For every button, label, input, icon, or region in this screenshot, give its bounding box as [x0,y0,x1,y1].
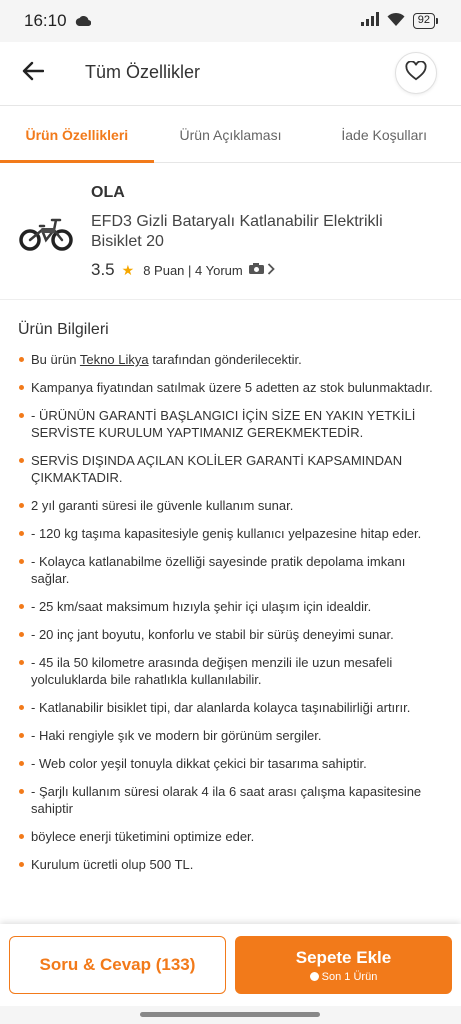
list-item: böylece enerji tüketimini optimize eder. [18,828,443,845]
info-list: Bu ürün Tekno Likya tarafından gönderile… [18,351,443,873]
list-item: - Kolayca katlanabilme özelliği sayesind… [18,553,443,587]
list-item: - 20 inç jant boyutu, konforlu ve stabil… [18,626,443,643]
questions-answers-button[interactable]: Soru & Cevap (133) [9,936,226,994]
tab-product-description[interactable]: Ürün Açıklaması [154,107,308,162]
list-item: SERVİS DIŞINDA AÇILAN KOLİLER GARANTİ KA… [18,452,443,486]
cloud-icon [75,11,91,31]
chevron-right-icon [267,262,275,279]
list-item: - 120 kg taşıma kapasitesiyle geniş kull… [18,525,443,542]
rating-value: 3.5 [91,260,115,279]
bottom-action-bar: Soru & Cevap (133) Sepete Ekle Son 1 Ürü… [0,924,461,1006]
status-left: 16:10 [24,11,91,31]
seller-suffix: tarafından gönderilecektir. [148,352,302,367]
product-name: EFD3 Gizli Bataryalı Katlanabilir Elektr… [91,213,383,250]
star-icon: ★ [121,261,135,278]
tab-return-conditions[interactable]: İade Koşulları [307,107,461,162]
list-item: 2 yıl garanti süresi ile güvenle kullanı… [18,497,443,514]
info-title: Ürün Bilgileri [18,321,109,338]
add-to-cart-label: Sepete Ekle [295,947,392,967]
seller-link[interactable]: Tekno Likya [80,352,149,367]
home-indicator[interactable] [140,1012,320,1017]
back-button[interactable] [18,58,48,88]
favorite-button[interactable] [395,52,437,94]
app-header: Tüm Özellikler [0,42,461,106]
list-item: - Katlanabilir bisiklet tipi, dar alanla… [18,699,443,716]
heart-icon [405,59,427,86]
stock-note-text: Son 1 Ürün [321,970,378,983]
list-item: Kampanya fiyatından satılmak üzere 5 ade… [18,379,443,396]
list-item: - Haki rengiyle şık ve modern bir görünü… [18,727,443,744]
battery-icon: 92 [412,13,439,29]
product-info-section: Ürün Bilgileri Bu ürün Tekno Likya taraf… [0,300,461,884]
product-brand: OLA [91,184,125,201]
system-nav-bar [0,1006,461,1024]
wifi-icon [387,12,405,31]
tab-bar: Ürün Özellikleri Ürün Açıklaması İade Ko… [0,107,461,163]
list-item: - ÜRÜNÜN GARANTİ BAŞLANGICI İÇİN SİZE EN… [18,407,443,441]
camera-icon [248,263,264,277]
product-summary[interactable]: OLA EFD3 Gizli Bataryalı Katlanabilir El… [0,170,461,300]
page-title: Tüm Özellikler [85,62,201,82]
product-image [18,212,74,252]
signal-icon [360,11,379,31]
tab-product-features[interactable]: Ürün Özellikleri [0,107,154,163]
clock-icon [309,972,319,981]
back-arrow-icon [22,61,45,86]
rating-count: 8 Puan | 4 Yorum [143,262,243,278]
list-item: Kurulum ücretli olup 500 TL. [18,856,443,873]
status-right: 92 [360,11,439,31]
list-item: - 25 km/saat maksimum hızıyla şehir içi … [18,598,443,615]
list-item-seller: Bu ürün Tekno Likya tarafından gönderile… [18,351,443,368]
list-item: - Web color yeşil tonuyla dikkat çekici … [18,755,443,772]
list-item: - Şarjlı kullanım süresi olarak 4 ila 6 … [18,783,443,817]
rating-row[interactable]: 3.5 ★ 8 Puan | 4 Yorum [91,260,275,280]
add-to-cart-button[interactable]: Sepete Ekle Son 1 Ürün [235,936,452,994]
status-time: 16:10 [24,11,67,30]
status-bar: 16:10 92 [0,0,461,42]
seller-prefix: Bu ürün [31,352,80,367]
list-item: - 45 ila 50 kilometre arasında değişen m… [18,654,443,688]
stock-note: Son 1 Ürün [309,970,378,983]
